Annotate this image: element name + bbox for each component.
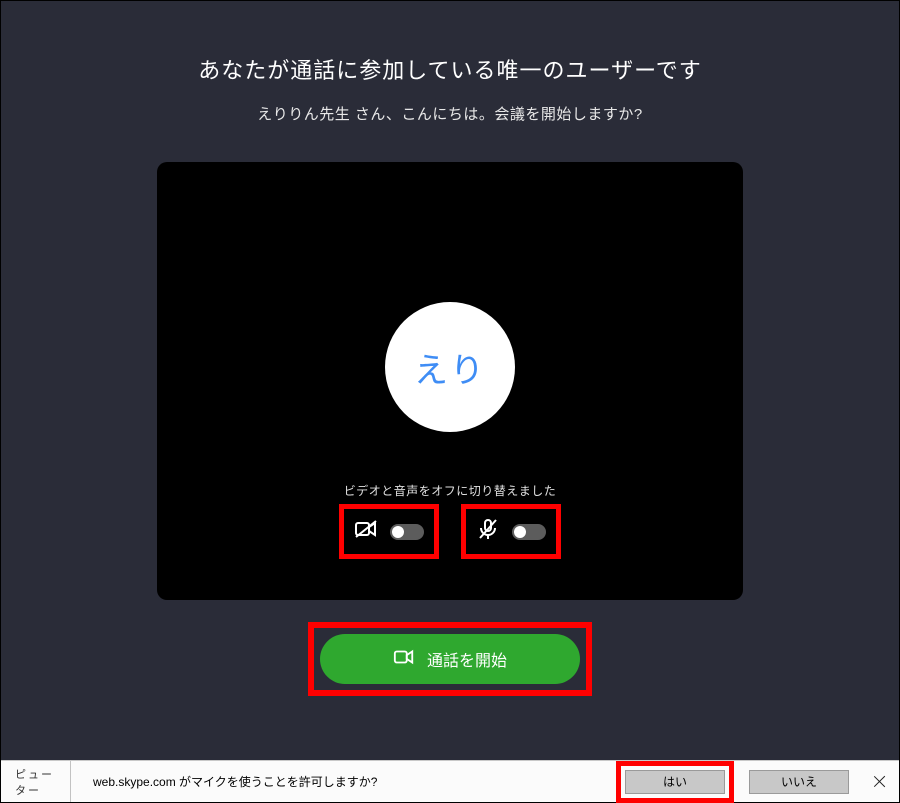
mic-off-icon xyxy=(476,517,500,546)
permission-prompt-text: web.skype.com がマイクを使うことを許可しますか? xyxy=(71,773,625,790)
greeting-text: えりりん先生 さん、こんにちは。会議を開始しますか? xyxy=(257,103,643,124)
avatar: えり xyxy=(385,302,515,432)
permission-no-button[interactable]: いいえ xyxy=(749,770,849,794)
sidebar-tab-stub: ピューター xyxy=(7,761,71,802)
permission-yes-button[interactable]: はい xyxy=(625,770,725,794)
toggle-row xyxy=(346,511,554,552)
start-call-label: 通話を開始 xyxy=(427,647,507,671)
video-toggle-group xyxy=(346,511,432,552)
start-call-highlight: 通話を開始 xyxy=(320,634,580,684)
start-call-button[interactable]: 通話を開始 xyxy=(320,634,580,684)
permission-prompt-bar: ピューター web.skype.com がマイクを使うことを許可しますか? はい… xyxy=(1,760,899,802)
camera-off-icon xyxy=(354,517,378,546)
audio-toggle-group xyxy=(468,511,554,552)
permission-buttons: はい いいえ xyxy=(625,770,887,794)
close-icon[interactable] xyxy=(873,775,887,789)
video-audio-status: ビデオと音声をオフに切り替えました xyxy=(344,482,557,499)
avatar-initials: えり xyxy=(414,343,486,392)
audio-toggle[interactable] xyxy=(512,524,546,540)
video-preview-panel: えり ビデオと音声をオフに切り替えました xyxy=(157,162,743,600)
page-title: あなたが通話に参加している唯一のユーザーです xyxy=(198,53,702,85)
video-toggle[interactable] xyxy=(390,524,424,540)
camera-icon xyxy=(393,646,415,673)
